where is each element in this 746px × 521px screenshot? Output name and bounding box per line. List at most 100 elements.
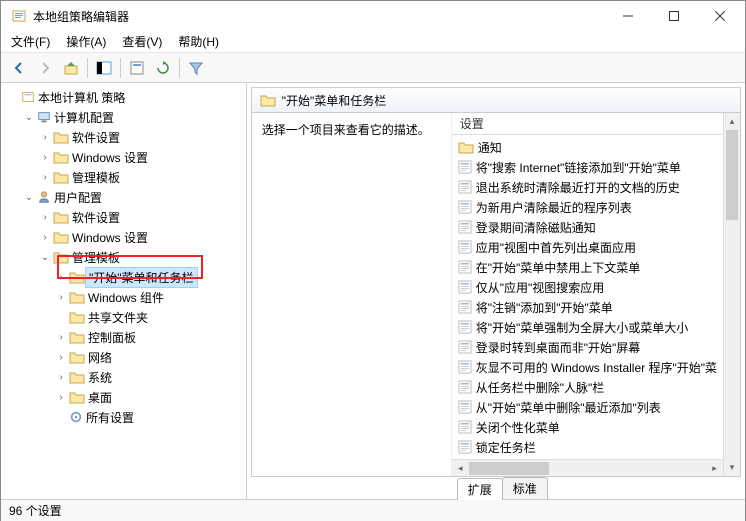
tree-item[interactable]: › 网络 bbox=[5, 347, 246, 367]
description-text: 选择一个项目来查看它的描述。 bbox=[262, 123, 430, 137]
expand-icon[interactable]: › bbox=[53, 269, 69, 285]
folder-icon bbox=[69, 330, 85, 344]
tree-item[interactable]: › 桌面 bbox=[5, 387, 246, 407]
list-item[interactable]: 在"开始"菜单中禁用上下文菜单 bbox=[452, 257, 723, 277]
collapse-icon[interactable]: ⌄ bbox=[21, 189, 37, 205]
horizontal-scrollbar[interactable]: ◂ ▸ bbox=[452, 459, 723, 476]
expand-icon[interactable]: › bbox=[53, 289, 69, 305]
tree-item[interactable]: › 管理模板 bbox=[5, 167, 246, 187]
list-item-label: 从任务栏中删除"人脉"栏 bbox=[476, 379, 605, 396]
list-item[interactable]: 关闭个性化菜单 bbox=[452, 417, 723, 437]
expand-icon[interactable]: › bbox=[37, 149, 53, 165]
policy-setting-icon bbox=[458, 260, 472, 274]
vertical-scrollbar[interactable]: ▴ ▾ bbox=[723, 113, 740, 476]
tree-item[interactable]: › 软件设置 bbox=[5, 127, 246, 147]
view-tabs: 扩展 标准 bbox=[251, 477, 741, 499]
folder-icon bbox=[69, 350, 85, 364]
scroll-down-icon[interactable]: ▾ bbox=[724, 459, 740, 476]
tree-item[interactable]: › 软件设置 bbox=[5, 207, 246, 227]
window-title: 本地组策略编辑器 bbox=[33, 8, 605, 25]
expand-icon[interactable]: › bbox=[37, 129, 53, 145]
scroll-up-icon[interactable]: ▴ bbox=[724, 113, 740, 130]
folder-icon bbox=[458, 140, 474, 154]
expand-icon[interactable]: › bbox=[37, 229, 53, 245]
refresh-button[interactable] bbox=[151, 56, 175, 80]
expand-icon[interactable]: › bbox=[53, 389, 69, 405]
list-item[interactable]: 将"注销"添加到"开始"菜单 bbox=[452, 297, 723, 317]
forward-button[interactable] bbox=[33, 56, 57, 80]
list-item[interactable]: 从"开始"菜单中删除"最近添加"列表 bbox=[452, 397, 723, 417]
tree-item[interactable]: › 系统 bbox=[5, 367, 246, 387]
tab-standard[interactable]: 标准 bbox=[502, 477, 548, 499]
close-button[interactable] bbox=[697, 1, 743, 31]
maximize-button[interactable] bbox=[651, 1, 697, 31]
computer-icon bbox=[37, 110, 51, 124]
scroll-thumb[interactable] bbox=[469, 462, 549, 475]
tree-item[interactable]: › Windows 组件 bbox=[5, 287, 246, 307]
tree-item[interactable]: 所有设置 bbox=[5, 407, 246, 427]
tab-extended[interactable]: 扩展 bbox=[457, 478, 503, 500]
up-button[interactable] bbox=[59, 56, 83, 80]
tree-user-config[interactable]: ⌄ 用户配置 bbox=[5, 187, 246, 207]
collapse-icon[interactable]: ⌄ bbox=[21, 109, 37, 125]
list-item[interactable]: 应用"视图中首先列出桌面应用 bbox=[452, 237, 723, 257]
expand-icon[interactable]: › bbox=[53, 349, 69, 365]
folder-icon bbox=[53, 150, 69, 164]
tree-item[interactable]: › 控制面板 bbox=[5, 327, 246, 347]
title-bar: 本地组策略编辑器 bbox=[1, 1, 745, 31]
back-button[interactable] bbox=[7, 56, 31, 80]
list-item-label: 从"开始"菜单中删除"最近添加"列表 bbox=[476, 399, 661, 416]
tree-label: Windows 设置 bbox=[69, 148, 151, 167]
list-item[interactable]: 锁定任务栏 bbox=[452, 437, 723, 457]
tree-label: 所有设置 bbox=[83, 408, 137, 427]
tree-label: 管理模板 bbox=[69, 168, 123, 187]
scroll-left-icon[interactable]: ◂ bbox=[452, 463, 469, 474]
column-header-setting[interactable]: 设置 bbox=[452, 113, 723, 135]
folder-icon bbox=[260, 93, 276, 107]
folder-icon bbox=[53, 210, 69, 224]
expand-icon[interactable] bbox=[5, 89, 21, 105]
tree-computer-config[interactable]: ⌄ 计算机配置 bbox=[5, 107, 246, 127]
list-item[interactable]: 通知 bbox=[452, 137, 723, 157]
list-item-label: 退出系统时清除最近打开的文档的历史 bbox=[476, 179, 680, 196]
description-column: 选择一个项目来查看它的描述。 bbox=[252, 113, 452, 476]
list-item[interactable]: 将"开始"菜单强制为全屏大小或菜单大小 bbox=[452, 317, 723, 337]
tree-label: 共享文件夹 bbox=[85, 308, 151, 327]
collapse-icon[interactable]: ⌄ bbox=[37, 249, 53, 265]
menu-help[interactable]: 帮助(H) bbox=[174, 31, 223, 52]
show-hide-tree-button[interactable] bbox=[92, 56, 116, 80]
tree-item[interactable]: 共享文件夹 bbox=[5, 307, 246, 327]
list-item[interactable]: 登录时转到桌面而非"开始"屏幕 bbox=[452, 337, 723, 357]
menu-action[interactable]: 操作(A) bbox=[62, 31, 110, 52]
tree-root[interactable]: 本地计算机 策略 bbox=[5, 87, 246, 107]
policy-setting-icon bbox=[458, 200, 472, 214]
list-item[interactable]: 退出系统时清除最近打开的文档的历史 bbox=[452, 177, 723, 197]
list-item[interactable]: 灰显不可用的 Windows Installer 程序"开始"菜 bbox=[452, 357, 723, 377]
list-item-label: 应用"视图中首先列出桌面应用 bbox=[476, 239, 636, 256]
tree-label: 桌面 bbox=[85, 388, 115, 407]
list-item[interactable]: 为新用户清除最近的程序列表 bbox=[452, 197, 723, 217]
tree-start-taskbar[interactable]: › "开始"菜单和任务栏 bbox=[5, 267, 246, 287]
properties-button[interactable] bbox=[125, 56, 149, 80]
list-item[interactable]: 从任务栏中删除"人脉"栏 bbox=[452, 377, 723, 397]
list-item[interactable]: 将"搜索 Internet"链接添加到"开始"菜单 bbox=[452, 157, 723, 177]
scroll-right-icon[interactable]: ▸ bbox=[706, 463, 723, 474]
list-item-label: 锁定任务栏 bbox=[476, 439, 536, 456]
expand-icon[interactable]: › bbox=[53, 329, 69, 345]
tree-item[interactable]: › Windows 设置 bbox=[5, 147, 246, 167]
expand-icon[interactable]: › bbox=[37, 169, 53, 185]
menu-view[interactable]: 查看(V) bbox=[118, 31, 166, 52]
scroll-thumb[interactable] bbox=[726, 130, 738, 220]
expand-icon[interactable]: › bbox=[37, 209, 53, 225]
list-item[interactable]: 登录期间清除磁贴通知 bbox=[452, 217, 723, 237]
minimize-button[interactable] bbox=[605, 1, 651, 31]
policy-setting-icon bbox=[458, 340, 472, 354]
expand-icon[interactable]: › bbox=[53, 369, 69, 385]
list-item-label: 在"开始"菜单中禁用上下文菜单 bbox=[476, 259, 641, 276]
filter-button[interactable] bbox=[184, 56, 208, 80]
list-item[interactable]: 仅从"应用"视图搜索应用 bbox=[452, 277, 723, 297]
folder-icon bbox=[69, 290, 85, 304]
tree-admin-templates[interactable]: ⌄ 管理模板 bbox=[5, 247, 246, 267]
tree-item[interactable]: › Windows 设置 bbox=[5, 227, 246, 247]
menu-file[interactable]: 文件(F) bbox=[7, 31, 54, 52]
